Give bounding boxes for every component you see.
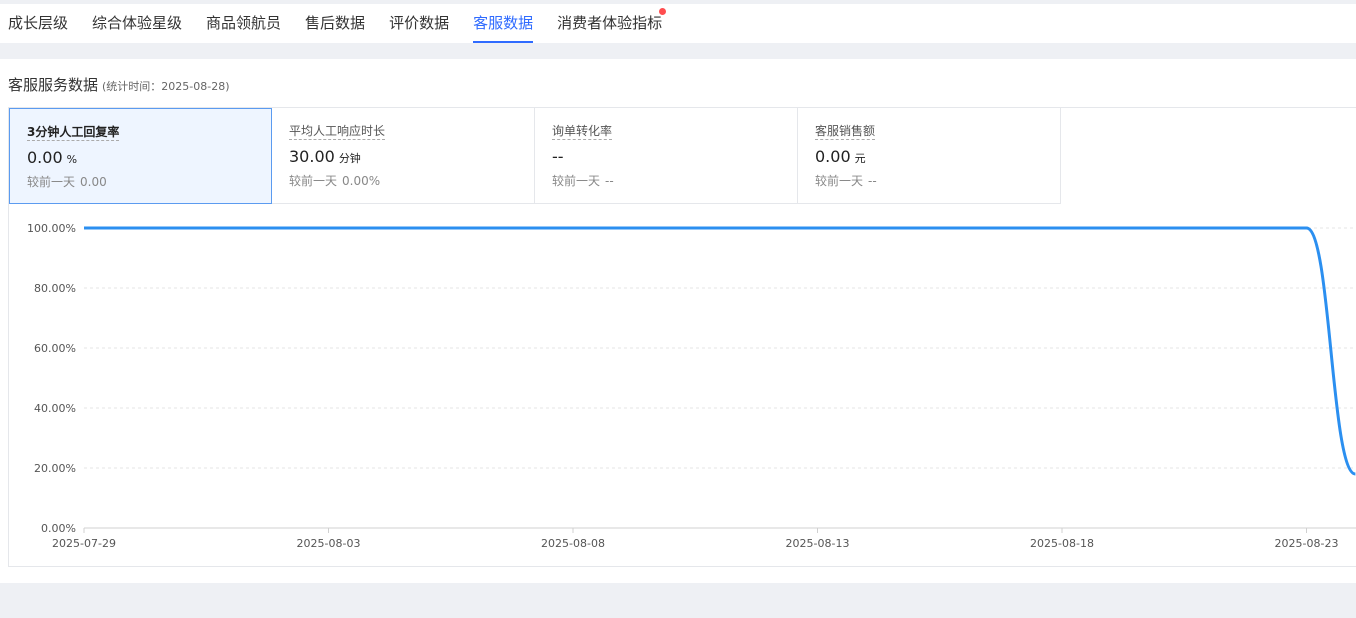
data-point: [229, 227, 232, 230]
metric-unit: 元: [854, 152, 866, 165]
notification-dot: [659, 8, 667, 15]
metric-compare: 较前一天 0.00: [27, 173, 107, 190]
data-point: [572, 227, 575, 230]
stat-time: (统计时间：2025-08-28): [102, 80, 230, 93]
data-point: [180, 227, 183, 230]
data-point: [963, 227, 966, 230]
tab-label: 评价数据: [389, 14, 450, 32]
section-gap: [0, 43, 1356, 59]
data-point: [425, 227, 428, 230]
data-point: [523, 227, 526, 230]
y-tick-label: 0.00%: [41, 522, 76, 535]
y-tick-label: 40.00%: [34, 402, 76, 415]
metric-value: 0.00%: [27, 148, 77, 167]
metric-compare: 较前一天 --: [815, 172, 877, 189]
data-point: [278, 227, 281, 230]
data-point: [767, 227, 770, 230]
x-tick-label: 2025-08-03: [297, 537, 361, 550]
compare-label: 较前一天: [289, 174, 338, 188]
data-point: [1061, 227, 1064, 230]
metric-number: --: [552, 147, 564, 166]
tab-experience-star[interactable]: 综合体验星级: [92, 4, 182, 43]
metric-number: 30.00: [289, 147, 335, 166]
metric-title: 平均人工响应时长: [289, 124, 386, 140]
data-point: [1256, 227, 1259, 230]
metric-cards: 3分钟人工回复率 0.00% 较前一天 0.00 平均人工响应时长 30.00 分钟…: [9, 108, 1061, 204]
metric-value: --: [552, 147, 568, 166]
x-tick-label: 2025-08-18: [1030, 537, 1094, 550]
tab-reviews[interactable]: 评价数据: [389, 4, 449, 43]
section-title-text: 客服服务数据: [8, 76, 99, 94]
compare-value: --: [868, 174, 877, 188]
data-point: [1109, 227, 1112, 230]
metric-card-response-time[interactable]: 平均人工响应时长 30.00 分钟 较前一天 0.00%: [272, 108, 535, 204]
metric-value: 30.00 分钟: [289, 147, 361, 166]
data-point: [914, 227, 917, 230]
x-tick-label: 2025-08-23: [1275, 537, 1339, 550]
data-point: [1158, 227, 1161, 230]
y-tick-label: 60.00%: [34, 342, 76, 355]
data-point: [1305, 227, 1308, 230]
metric-compare: 较前一天 --: [552, 172, 614, 189]
metric-title: 3分钟人工回复率: [27, 125, 120, 141]
tab-label: 综合体验星级: [92, 14, 183, 32]
reply-rate-line-chart[interactable]: 0.00% 20.00% 40.00% 60.00% 80.00% 100.00% 2025…: [9, 204, 1356, 568]
metric-compare: 较前一天 0.00%: [289, 172, 380, 189]
x-tick-label: 2025-08-13: [786, 537, 850, 550]
metric-number: 0.00: [27, 148, 63, 167]
compare-value: --: [605, 174, 614, 188]
metric-unit: %: [66, 153, 78, 166]
data-point: [474, 227, 477, 230]
metric-number: 0.00: [815, 147, 851, 166]
compare-label: 较前一天: [815, 174, 864, 188]
tab-label: 成长层级: [8, 14, 69, 32]
metrics-frame: 3分钟人工回复率 0.00% 较前一天 0.00 平均人工响应时长 30.00 分钟…: [8, 107, 1356, 567]
metric-unit: 分钟: [338, 152, 361, 165]
tab-after-sales[interactable]: 售后数据: [305, 4, 365, 43]
metric-card-sales[interactable]: 客服销售额 0.00 元 较前一天 --: [798, 108, 1061, 204]
metric-card-conversion-rate[interactable]: 询单转化率 -- 较前一天 --: [535, 108, 798, 204]
metric-value: 0.00 元: [815, 147, 866, 166]
metric-title: 客服销售额: [815, 124, 876, 140]
tab-product-navigator[interactable]: 商品领航员: [206, 4, 281, 43]
data-point: [816, 227, 819, 230]
y-tick-label: 100.00%: [27, 222, 76, 235]
data-point: [669, 227, 672, 230]
tab-label: 消费者体验指标: [557, 14, 663, 32]
tab-bar: 成长层级 综合体验星级 商品领航员 售后数据 评价数据 客服数据 消费者体验指标: [0, 4, 1356, 43]
y-tick-label: 80.00%: [34, 282, 76, 295]
compare-value: 0.00%: [342, 174, 381, 188]
data-point: [83, 227, 86, 230]
compare-value: 0.00: [80, 175, 107, 189]
section-title: 客服服务数据 (统计时间：2025-08-28): [8, 74, 230, 95]
data-point: [718, 227, 721, 230]
data-point: [376, 227, 379, 230]
compare-label: 较前一天: [27, 175, 76, 189]
x-tick-label: 2025-07-29: [52, 537, 116, 550]
tab-label: 售后数据: [305, 14, 366, 32]
tab-label: 商品领航员: [206, 14, 282, 32]
tab-label: 客服数据: [473, 14, 534, 32]
tab-customer-service[interactable]: 客服数据: [473, 4, 534, 43]
customer-service-panel: 客服服务数据 (统计时间：2025-08-28) 3分钟人工回复率 0.00% 较…: [0, 59, 1356, 583]
series-line: [83, 226, 1356, 476]
data-point: [327, 227, 330, 230]
metric-title: 询单转化率: [552, 124, 613, 140]
y-tick-label: 20.00%: [34, 462, 76, 475]
data-point: [1012, 227, 1015, 230]
tab-growth-level[interactable]: 成长层级: [8, 4, 68, 43]
data-point: [1207, 227, 1210, 230]
data-point: [620, 227, 623, 230]
bottom-band: [0, 583, 1356, 618]
data-point: [131, 227, 134, 230]
tab-consumer-experience[interactable]: 消费者体验指标: [557, 4, 667, 43]
compare-label: 较前一天: [552, 174, 601, 188]
metric-card-reply-rate[interactable]: 3分钟人工回复率 0.00% 较前一天 0.00: [9, 108, 272, 204]
x-tick-label: 2025-08-08: [541, 537, 605, 550]
data-point: [865, 227, 868, 230]
